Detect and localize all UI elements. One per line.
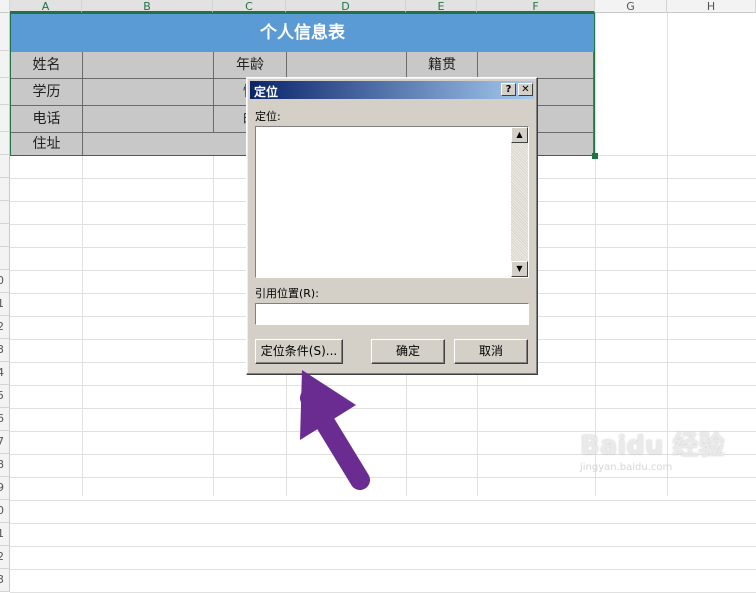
goto-dialog: 定位 ? ✕ 定位: ▲ ▼ 引用位置(R): 定位条件(S)... 确定 取消 [246, 77, 538, 375]
column-header-e[interactable]: E [406, 0, 477, 13]
row-header[interactable]: 6 [0, 408, 10, 431]
column-header-f[interactable]: F [477, 0, 595, 13]
watermark-url: jingyan.baidu.com [580, 462, 673, 473]
row-header[interactable] [0, 51, 10, 78]
column-header-g[interactable]: G [595, 0, 667, 13]
row-header[interactable] [0, 105, 10, 132]
row-header[interactable]: 1 [0, 293, 10, 316]
annotation-arrow-icon [300, 370, 370, 490]
select-all-corner[interactable] [0, 0, 10, 13]
cell-age-value[interactable] [287, 52, 407, 79]
row-header[interactable] [0, 224, 10, 247]
ok-button[interactable]: 确定 [371, 339, 445, 364]
reference-label: 引用位置(R): [255, 287, 319, 300]
dialog-titlebar[interactable]: 定位 ? ✕ [250, 81, 534, 99]
row-header[interactable]: 4 [0, 362, 10, 385]
row-header[interactable] [0, 247, 10, 270]
row-header[interactable] [0, 201, 10, 224]
row-header[interactable]: 7 [0, 431, 10, 454]
goto-label: 定位: [255, 110, 281, 123]
fill-handle[interactable] [592, 153, 598, 159]
column-header-d[interactable]: D [286, 0, 406, 13]
column-header-b[interactable]: B [82, 0, 213, 13]
cancel-button[interactable]: 取消 [454, 339, 528, 364]
row-header[interactable]: 3 [0, 569, 10, 592]
row-header[interactable]: 0 [0, 270, 10, 293]
scroll-down-icon[interactable]: ▼ [511, 261, 528, 277]
cell-education-label[interactable]: 学历 [11, 79, 83, 106]
row-header[interactable]: 2 [0, 546, 10, 569]
row-header[interactable]: 0 [0, 500, 10, 523]
form-title[interactable]: 个人信息表 [11, 14, 594, 52]
row-header[interactable] [0, 155, 10, 178]
column-header-h[interactable]: H [667, 0, 756, 13]
row-header[interactable]: 5 [0, 385, 10, 408]
row-header[interactable]: 3 [0, 339, 10, 362]
reference-input[interactable] [255, 303, 529, 325]
cell-address-label[interactable]: 住址 [11, 133, 83, 155]
row-header[interactable]: 2 [0, 316, 10, 339]
row-header[interactable]: 8 [0, 454, 10, 477]
cell-age-label[interactable]: 年龄 [214, 52, 287, 79]
dialog-title: 定位 [254, 85, 279, 99]
column-header-c[interactable]: C [213, 0, 286, 13]
cell-name-label[interactable]: 姓名 [11, 52, 83, 79]
help-button[interactable]: ? [501, 83, 516, 96]
goto-list-scrollbar[interactable]: ▲ ▼ [511, 127, 528, 277]
goto-list[interactable]: ▲ ▼ [255, 126, 529, 278]
row-header[interactable] [0, 78, 10, 105]
scroll-up-icon[interactable]: ▲ [511, 127, 528, 143]
reference-input-value [256, 309, 259, 322]
row-header[interactable] [0, 178, 10, 201]
row-header[interactable]: 9 [0, 477, 10, 500]
row-header[interactable] [0, 132, 10, 155]
cell-phone-value[interactable] [83, 106, 214, 133]
close-button[interactable]: ✕ [518, 83, 533, 96]
cell-phone-label[interactable]: 电话 [11, 106, 83, 133]
cell-origin-value[interactable] [478, 52, 594, 79]
row-header[interactable]: 1 [0, 523, 10, 546]
cell-name-value[interactable] [83, 52, 214, 79]
column-header-a[interactable]: A [10, 0, 82, 13]
watermark: Baidu 经验 jingyan.baidu.com [580, 425, 724, 473]
cell-origin-label[interactable]: 籍贯 [407, 52, 478, 79]
watermark-brand: Baidu 经验 [580, 431, 725, 461]
cell-education-value[interactable] [83, 79, 214, 106]
row-header[interactable] [0, 13, 10, 51]
